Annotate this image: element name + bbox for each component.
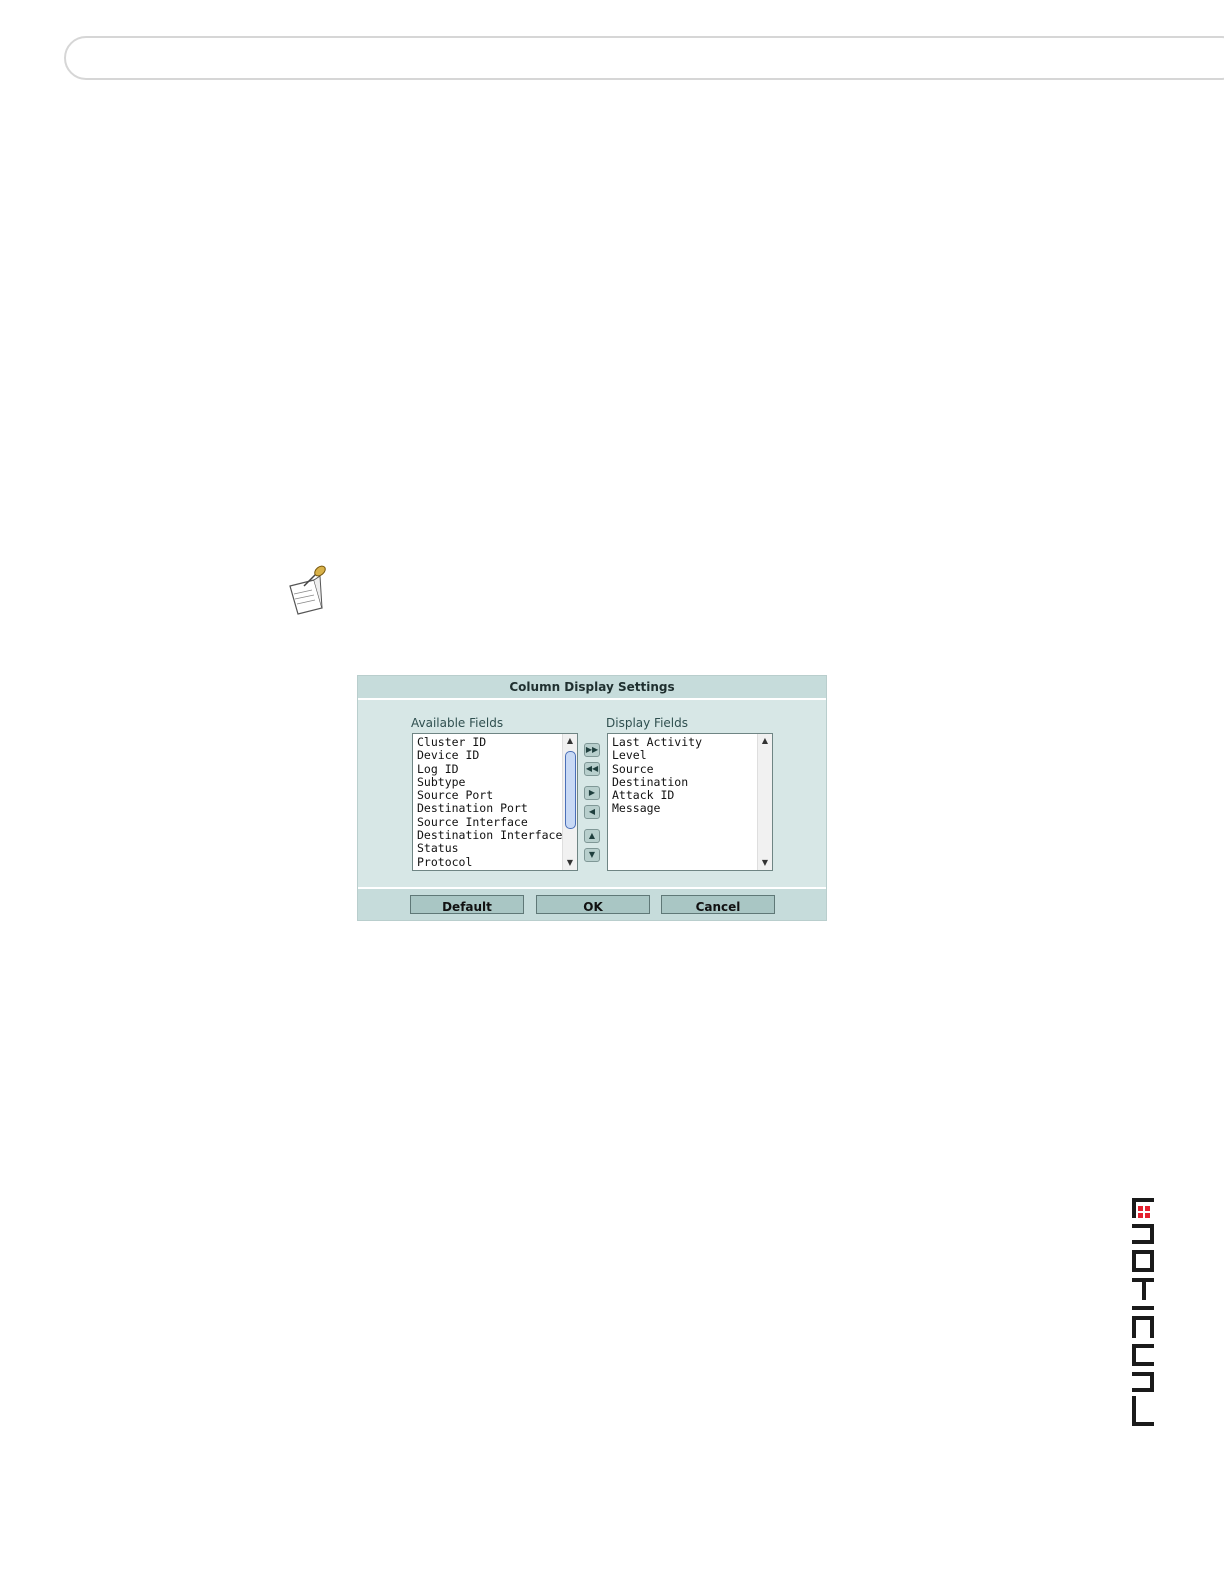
move-up-icon[interactable]: ▲ [584, 829, 600, 843]
list-item[interactable]: Source Interface [417, 815, 562, 829]
dialog-title: Column Display Settings [358, 676, 826, 700]
remove-icon[interactable]: ◀ [584, 805, 600, 819]
default-button[interactable]: Default [410, 895, 524, 914]
list-item[interactable]: Cluster ID [417, 735, 562, 749]
ok-button[interactable]: OK [536, 895, 650, 914]
fortinet-logo [1132, 1198, 1154, 1426]
scroll-up-icon[interactable]: ▲ [563, 735, 577, 747]
list-item[interactable]: Level [612, 748, 702, 762]
scroll-down-icon[interactable]: ▼ [563, 857, 577, 869]
note-pushpin-icon [289, 565, 326, 615]
scroll-thumb[interactable] [565, 751, 576, 829]
list-item[interactable]: Last Activity [612, 735, 702, 749]
cancel-button[interactable]: Cancel [661, 895, 775, 914]
scroll-down-icon[interactable]: ▼ [758, 857, 772, 869]
available-fields-scrollbar[interactable]: ▲ ▼ [562, 734, 577, 870]
list-item[interactable]: Source [612, 762, 702, 776]
list-item[interactable]: Destination Interface [417, 828, 562, 842]
list-item[interactable]: Message [612, 802, 702, 816]
list-item[interactable]: Log ID [417, 762, 562, 776]
display-fields-list[interactable]: Last Activity Level Source Destination A… [607, 733, 773, 871]
list-item[interactable]: Subtype [417, 775, 562, 789]
available-fields-list[interactable]: Cluster ID Device ID Log ID Subtype Sour… [412, 733, 578, 871]
page-header-bar [64, 36, 1224, 80]
list-item[interactable]: Destination [612, 775, 702, 789]
list-item[interactable]: Attack ID [612, 788, 702, 802]
available-fields-label: Available Fields [411, 716, 504, 730]
dialog-button-bar: Default OK Cancel [358, 887, 826, 920]
list-item[interactable]: Destination Port [417, 802, 562, 816]
display-fields-scrollbar[interactable]: ▲ ▼ [757, 734, 772, 870]
add-icon[interactable]: ▶ [584, 786, 600, 800]
list-item[interactable]: Source Port [417, 788, 562, 802]
display-fields-label: Display Fields [606, 716, 688, 730]
column-display-settings-dialog: Column Display Settings Available Fields… [357, 675, 827, 921]
move-down-icon[interactable]: ▼ [584, 848, 600, 862]
list-item[interactable]: Device ID [417, 748, 562, 762]
remove-all-icon[interactable]: ◀◀ [584, 762, 600, 776]
add-all-icon[interactable]: ▶▶ [584, 743, 600, 757]
scroll-up-icon[interactable]: ▲ [758, 735, 772, 747]
list-item[interactable]: Protocol [417, 855, 562, 869]
list-item[interactable]: Status [417, 842, 562, 856]
